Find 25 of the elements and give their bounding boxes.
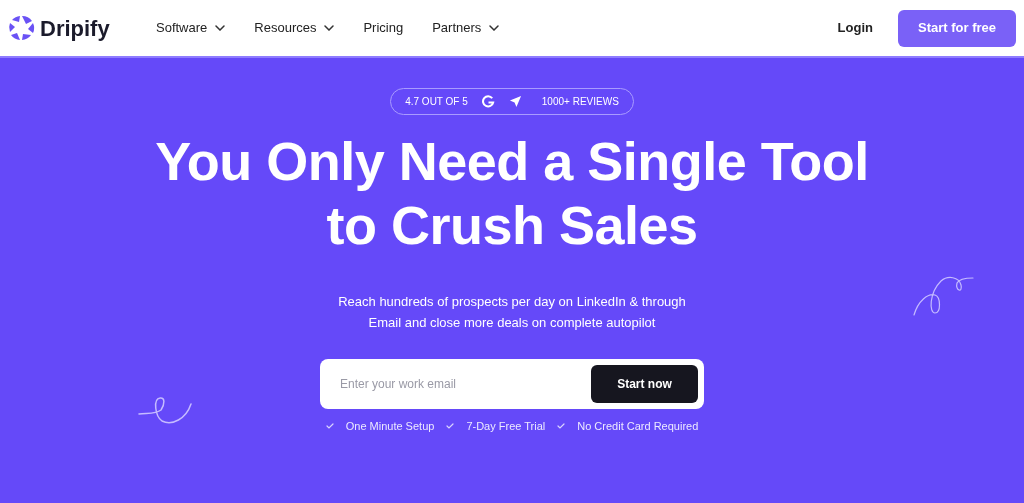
check-icon bbox=[325, 423, 334, 430]
email-signup-field[interactable]: Enter your work email Start now bbox=[320, 359, 704, 409]
start-now-button[interactable]: Start now bbox=[591, 365, 698, 403]
feature-label: 7-Day Free Trial bbox=[466, 419, 546, 434]
nav-link[interactable]: Partners bbox=[432, 18, 500, 38]
nav-link[interactable]: Pricing bbox=[363, 18, 404, 38]
rating-score: 4.7 OUT OF 5 bbox=[405, 95, 468, 109]
subtitle: Reach hundreds of prospects per day on LinkedIn & through Email and close more deals on complete autopilot bbox=[338, 293, 686, 332]
nav-link[interactable]: Resources bbox=[254, 18, 335, 38]
brand-name[interactable]: Dripify bbox=[40, 11, 110, 45]
g-logo-icon bbox=[481, 95, 495, 108]
chevron-down-icon bbox=[215, 25, 226, 31]
start-for-free-button[interactable]: Start for free bbox=[898, 9, 1016, 47]
check-icon bbox=[446, 423, 455, 430]
send-icon bbox=[508, 95, 522, 108]
headline: You Only Need a Single Tool to Crush Sales bbox=[155, 130, 869, 257]
logo-icon bbox=[8, 14, 36, 42]
feature-label: One Minute Setup bbox=[345, 419, 435, 434]
nav-link[interactable]: Software bbox=[156, 18, 226, 38]
check-icon bbox=[557, 423, 566, 430]
chevron-down-icon bbox=[324, 25, 335, 31]
chevron-down-icon bbox=[489, 25, 500, 31]
feature-label: No Credit Card Required bbox=[577, 419, 699, 434]
login-link[interactable]: Login bbox=[837, 18, 873, 38]
reviews-count: 1000+ REVIEWS bbox=[541, 95, 619, 109]
